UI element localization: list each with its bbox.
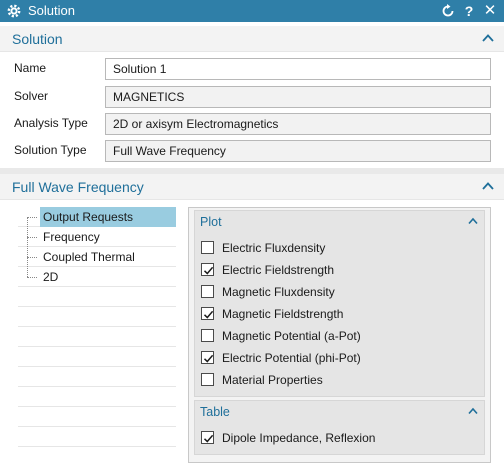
plot-group-header[interactable]: Plot <box>195 211 484 233</box>
checkmark-icon <box>203 354 214 363</box>
table-group-title: Table <box>200 405 230 419</box>
checkbox-material-properties[interactable]: Material Properties <box>201 369 481 391</box>
tree-item-label[interactable]: Frequency <box>40 227 103 247</box>
checkbox[interactable] <box>201 431 214 444</box>
solution-type-row: Solution Type Full Wave Frequency <box>0 138 504 162</box>
checkbox[interactable] <box>201 307 214 320</box>
chevron-up-icon[interactable] <box>480 178 496 194</box>
table-group-header[interactable]: Table <box>195 401 484 423</box>
window-title: Solution <box>28 3 75 18</box>
name-label: Name <box>14 61 47 75</box>
fwf-section-title: Full Wave Frequency <box>12 179 144 195</box>
checkbox-label: Magnetic Fieldstrength <box>222 307 344 321</box>
analysis-type-row: Analysis Type 2D or axisym Electromagnet… <box>0 111 504 135</box>
chevron-up-icon[interactable] <box>480 30 496 46</box>
chevron-up-icon[interactable] <box>467 215 479 227</box>
tree-connector <box>27 217 28 277</box>
checkmark-icon <box>203 266 214 275</box>
checkbox[interactable] <box>201 329 214 342</box>
output-tree: Output Requests Frequency Coupled Therma… <box>18 207 176 463</box>
checkbox[interactable] <box>201 263 214 276</box>
checkbox-label: Magnetic Fluxdensity <box>222 285 335 299</box>
checkbox[interactable] <box>201 241 214 254</box>
fwf-section-header[interactable]: Full Wave Frequency <box>0 174 504 200</box>
checkbox-dipole-impedance[interactable]: Dipole Impedance, Reflexion <box>201 427 481 449</box>
help-icon[interactable]: ? <box>461 3 477 19</box>
checkmark-icon <box>203 310 214 319</box>
checkbox-electric-fieldstrength[interactable]: Electric Fieldstrength <box>201 259 481 281</box>
checkbox-electric-potential[interactable]: Electric Potential (phi-Pot) <box>201 347 481 369</box>
gear-icon[interactable] <box>6 3 22 19</box>
checkbox-label: Electric Fieldstrength <box>222 263 335 277</box>
tree-item-label[interactable]: Coupled Thermal <box>40 247 138 267</box>
analysis-type-field: 2D or axisym Electromagnetics <box>105 113 491 135</box>
checkbox-label: Material Properties <box>222 373 323 387</box>
checkbox-label: Electric Fluxdensity <box>222 241 326 255</box>
solution-section-title: Solution <box>12 31 63 47</box>
analysis-type-label: Analysis Type <box>14 116 88 130</box>
solver-field: MAGNETICS <box>105 86 491 108</box>
checkbox-label: Dipole Impedance, Reflexion <box>222 431 376 445</box>
name-field[interactable]: Solution 1 <box>105 58 491 80</box>
checkbox-label: Electric Potential (phi-Pot) <box>222 351 361 365</box>
checkbox-magnetic-potential[interactable]: Magnetic Potential (a-Pot) <box>201 325 481 347</box>
checkbox-electric-fluxdensity[interactable]: Electric Fluxdensity <box>201 237 481 259</box>
checkmark-icon <box>203 434 214 443</box>
solver-row: Solver MAGNETICS <box>0 84 504 108</box>
tree-item-label[interactable]: Output Requests <box>40 207 176 227</box>
solution-properties: Name Solution 1 Solver MAGNETICS Analysi… <box>0 52 504 168</box>
checkbox[interactable] <box>201 373 214 386</box>
plot-group-title: Plot <box>200 215 222 229</box>
checkbox-magnetic-fieldstrength[interactable]: Magnetic Fieldstrength <box>201 303 481 325</box>
plot-group: Plot Electric Fluxdensity Electric Field… <box>194 210 485 397</box>
title-bar: Solution ? ✕ <box>0 0 504 22</box>
reset-icon[interactable] <box>440 3 456 19</box>
close-icon[interactable]: ✕ <box>482 3 498 19</box>
solution-type-label: Solution Type <box>14 143 87 157</box>
solver-label: Solver <box>14 89 49 103</box>
checkbox-label: Magnetic Potential (a-Pot) <box>222 329 361 343</box>
table-group: Table Dipole Impedance, Reflexion <box>194 400 485 455</box>
checkbox-magnetic-fluxdensity[interactable]: Magnetic Fluxdensity <box>201 281 481 303</box>
checkbox[interactable] <box>201 285 214 298</box>
name-row: Name Solution 1 <box>0 56 504 80</box>
solution-section-header[interactable]: Solution <box>0 26 504 52</box>
solution-type-field: Full Wave Frequency <box>105 140 491 162</box>
chevron-up-icon[interactable] <box>467 405 479 417</box>
tree-item-label[interactable]: 2D <box>40 267 61 287</box>
checkbox[interactable] <box>201 351 214 364</box>
options-panel: Plot Electric Fluxdensity Electric Field… <box>188 207 491 463</box>
